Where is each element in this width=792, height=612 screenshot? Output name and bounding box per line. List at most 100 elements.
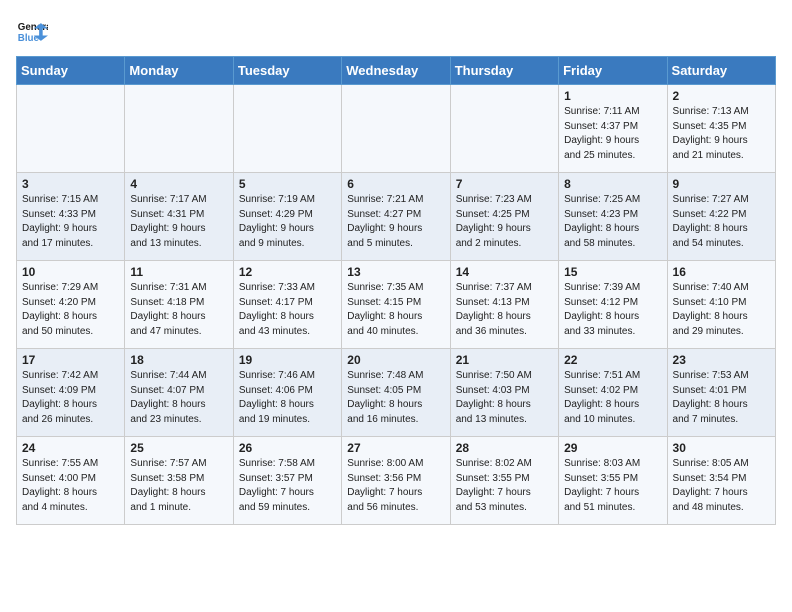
day-number: 29 <box>564 441 661 455</box>
day-info: Sunrise: 7:40 AM Sunset: 4:10 PM Dayligh… <box>673 281 770 339</box>
calendar-day-cell: 7 Sunrise: 7:23 AM Sunset: 4:25 PM Daylig… <box>450 173 558 261</box>
calendar-day-cell <box>450 85 558 173</box>
calendar-week-row: 3 Sunrise: 7:15 AM Sunset: 4:33 PM Daylig… <box>17 173 776 261</box>
calendar-day-cell: 6 Sunrise: 7:21 AM Sunset: 4:27 PM Daylig… <box>342 173 450 261</box>
day-of-week-header: Thursday <box>450 57 558 85</box>
calendar-day-cell <box>17 85 125 173</box>
calendar-day-cell: 29 Sunrise: 8:03 AM Sunset: 3:55 PM Dayli… <box>559 437 667 525</box>
day-info: Sunrise: 7:39 AM Sunset: 4:12 PM Dayligh… <box>564 281 661 339</box>
day-info: Sunrise: 7:11 AM Sunset: 4:37 PM Dayligh… <box>564 105 661 163</box>
day-info: Sunrise: 7:48 AM Sunset: 4:05 PM Dayligh… <box>347 369 444 427</box>
day-number: 3 <box>22 177 119 191</box>
day-number: 20 <box>347 353 444 367</box>
day-info: Sunrise: 7:44 AM Sunset: 4:07 PM Dayligh… <box>130 369 227 427</box>
calendar-day-cell: 13 Sunrise: 7:35 AM Sunset: 4:15 PM Dayli… <box>342 261 450 349</box>
logo: General Blue <box>16 16 52 48</box>
day-info: Sunrise: 7:37 AM Sunset: 4:13 PM Dayligh… <box>456 281 553 339</box>
calendar-day-cell: 10Sunrise: 7:29 AM Sunset: 4:20 PM Dayli… <box>17 261 125 349</box>
day-info: Sunrise: 7:35 AM Sunset: 4:15 PM Dayligh… <box>347 281 444 339</box>
day-info: Sunrise: 8:05 AM Sunset: 3:54 PM Dayligh… <box>673 457 770 515</box>
day-number: 13 <box>347 265 444 279</box>
day-number: 26 <box>239 441 336 455</box>
day-info: Sunrise: 7:42 AM Sunset: 4:09 PM Dayligh… <box>22 369 119 427</box>
calendar-day-cell <box>233 85 341 173</box>
day-number: 1 <box>564 89 661 103</box>
day-info: Sunrise: 7:21 AM Sunset: 4:27 PM Dayligh… <box>347 193 444 251</box>
day-number: 24 <box>22 441 119 455</box>
calendar-day-cell <box>125 85 233 173</box>
day-info: Sunrise: 7:31 AM Sunset: 4:18 PM Dayligh… <box>130 281 227 339</box>
svg-text:Blue: Blue <box>18 33 40 44</box>
day-number: 18 <box>130 353 227 367</box>
calendar-week-row: 17 Sunrise: 7:42 AM Sunset: 4:09 PM Dayli… <box>17 349 776 437</box>
day-info: Sunrise: 7:15 AM Sunset: 4:33 PM Dayligh… <box>22 193 119 251</box>
day-number: 6 <box>347 177 444 191</box>
calendar-day-cell: 16 Sunrise: 7:40 AM Sunset: 4:10 PM Dayli… <box>667 261 775 349</box>
day-number: 4 <box>130 177 227 191</box>
calendar-day-cell: 30 Sunrise: 8:05 AM Sunset: 3:54 PM Dayli… <box>667 437 775 525</box>
calendar-day-cell: 26Sunrise: 7:58 AM Sunset: 3:57 PM Dayli… <box>233 437 341 525</box>
day-of-week-header: Tuesday <box>233 57 341 85</box>
day-info: Sunrise: 7:19 AM Sunset: 4:29 PM Dayligh… <box>239 193 336 251</box>
page-header: General Blue <box>16 16 776 48</box>
day-of-week-header: Friday <box>559 57 667 85</box>
calendar-day-cell: 27 Sunrise: 8:00 AM Sunset: 3:56 PM Dayli… <box>342 437 450 525</box>
calendar-day-cell: 20 Sunrise: 7:48 AM Sunset: 4:05 PM Dayli… <box>342 349 450 437</box>
calendar-day-cell: 18 Sunrise: 7:44 AM Sunset: 4:07 PM Dayli… <box>125 349 233 437</box>
day-info: Sunrise: 7:23 AM Sunset: 4:25 PM Dayligh… <box>456 193 553 251</box>
day-number: 25 <box>130 441 227 455</box>
day-info: Sunrise: 7:25 AM Sunset: 4:23 PM Dayligh… <box>564 193 661 251</box>
day-info: Sunrise: 7:13 AM Sunset: 4:35 PM Dayligh… <box>673 105 770 163</box>
calendar-day-cell: 15 Sunrise: 7:39 AM Sunset: 4:12 PM Dayli… <box>559 261 667 349</box>
calendar-day-cell: 2 Sunrise: 7:13 AM Sunset: 4:35 PM Daylig… <box>667 85 775 173</box>
calendar-day-cell: 3 Sunrise: 7:15 AM Sunset: 4:33 PM Daylig… <box>17 173 125 261</box>
day-number: 9 <box>673 177 770 191</box>
day-number: 23 <box>673 353 770 367</box>
day-info: Sunrise: 7:46 AM Sunset: 4:06 PM Dayligh… <box>239 369 336 427</box>
day-number: 7 <box>456 177 553 191</box>
day-info: Sunrise: 7:53 AM Sunset: 4:01 PM Dayligh… <box>673 369 770 427</box>
calendar-day-cell: 1 Sunrise: 7:11 AM Sunset: 4:37 PM Daylig… <box>559 85 667 173</box>
calendar-week-row: 10Sunrise: 7:29 AM Sunset: 4:20 PM Dayli… <box>17 261 776 349</box>
day-of-week-header: Saturday <box>667 57 775 85</box>
day-info: Sunrise: 8:00 AM Sunset: 3:56 PM Dayligh… <box>347 457 444 515</box>
day-number: 16 <box>673 265 770 279</box>
day-info: Sunrise: 7:50 AM Sunset: 4:03 PM Dayligh… <box>456 369 553 427</box>
day-number: 11 <box>130 265 227 279</box>
calendar-day-cell: 8 Sunrise: 7:25 AM Sunset: 4:23 PM Daylig… <box>559 173 667 261</box>
day-number: 5 <box>239 177 336 191</box>
calendar-day-cell: 21Sunrise: 7:50 AM Sunset: 4:03 PM Dayli… <box>450 349 558 437</box>
day-info: Sunrise: 7:55 AM Sunset: 4:00 PM Dayligh… <box>22 457 119 515</box>
day-number: 27 <box>347 441 444 455</box>
day-of-week-header: Sunday <box>17 57 125 85</box>
calendar-day-cell: 4 Sunrise: 7:17 AM Sunset: 4:31 PM Daylig… <box>125 173 233 261</box>
day-info: Sunrise: 7:17 AM Sunset: 4:31 PM Dayligh… <box>130 193 227 251</box>
day-number: 8 <box>564 177 661 191</box>
calendar-day-cell: 5 Sunrise: 7:19 AM Sunset: 4:29 PM Daylig… <box>233 173 341 261</box>
calendar-week-row: 1 Sunrise: 7:11 AM Sunset: 4:37 PM Daylig… <box>17 85 776 173</box>
calendar-week-row: 24 Sunrise: 7:55 AM Sunset: 4:00 PM Dayli… <box>17 437 776 525</box>
calendar-day-cell: 28Sunrise: 8:02 AM Sunset: 3:55 PM Dayli… <box>450 437 558 525</box>
calendar-day-cell: 23 Sunrise: 7:53 AM Sunset: 4:01 PM Dayli… <box>667 349 775 437</box>
day-info: Sunrise: 7:57 AM Sunset: 3:58 PM Dayligh… <box>130 457 227 515</box>
calendar-table: SundayMondayTuesdayWednesdayThursdayFrid… <box>16 56 776 525</box>
calendar-day-cell: 12 Sunrise: 7:33 AM Sunset: 4:17 PM Dayli… <box>233 261 341 349</box>
calendar-day-cell: 24 Sunrise: 7:55 AM Sunset: 4:00 PM Dayli… <box>17 437 125 525</box>
day-number: 15 <box>564 265 661 279</box>
day-number: 12 <box>239 265 336 279</box>
day-number: 30 <box>673 441 770 455</box>
day-info: Sunrise: 7:27 AM Sunset: 4:22 PM Dayligh… <box>673 193 770 251</box>
day-number: 17 <box>22 353 119 367</box>
day-info: Sunrise: 7:51 AM Sunset: 4:02 PM Dayligh… <box>564 369 661 427</box>
calendar-day-cell: 25 Sunrise: 7:57 AM Sunset: 3:58 PM Dayli… <box>125 437 233 525</box>
day-info: Sunrise: 7:33 AM Sunset: 4:17 PM Dayligh… <box>239 281 336 339</box>
calendar-day-cell <box>342 85 450 173</box>
day-number: 10 <box>22 265 119 279</box>
day-number: 14 <box>456 265 553 279</box>
day-of-week-header: Monday <box>125 57 233 85</box>
day-of-week-header: Wednesday <box>342 57 450 85</box>
day-number: 2 <box>673 89 770 103</box>
calendar-day-cell: 11 Sunrise: 7:31 AM Sunset: 4:18 PM Dayli… <box>125 261 233 349</box>
calendar-day-cell: 22Sunrise: 7:51 AM Sunset: 4:02 PM Dayli… <box>559 349 667 437</box>
day-info: Sunrise: 8:03 AM Sunset: 3:55 PM Dayligh… <box>564 457 661 515</box>
